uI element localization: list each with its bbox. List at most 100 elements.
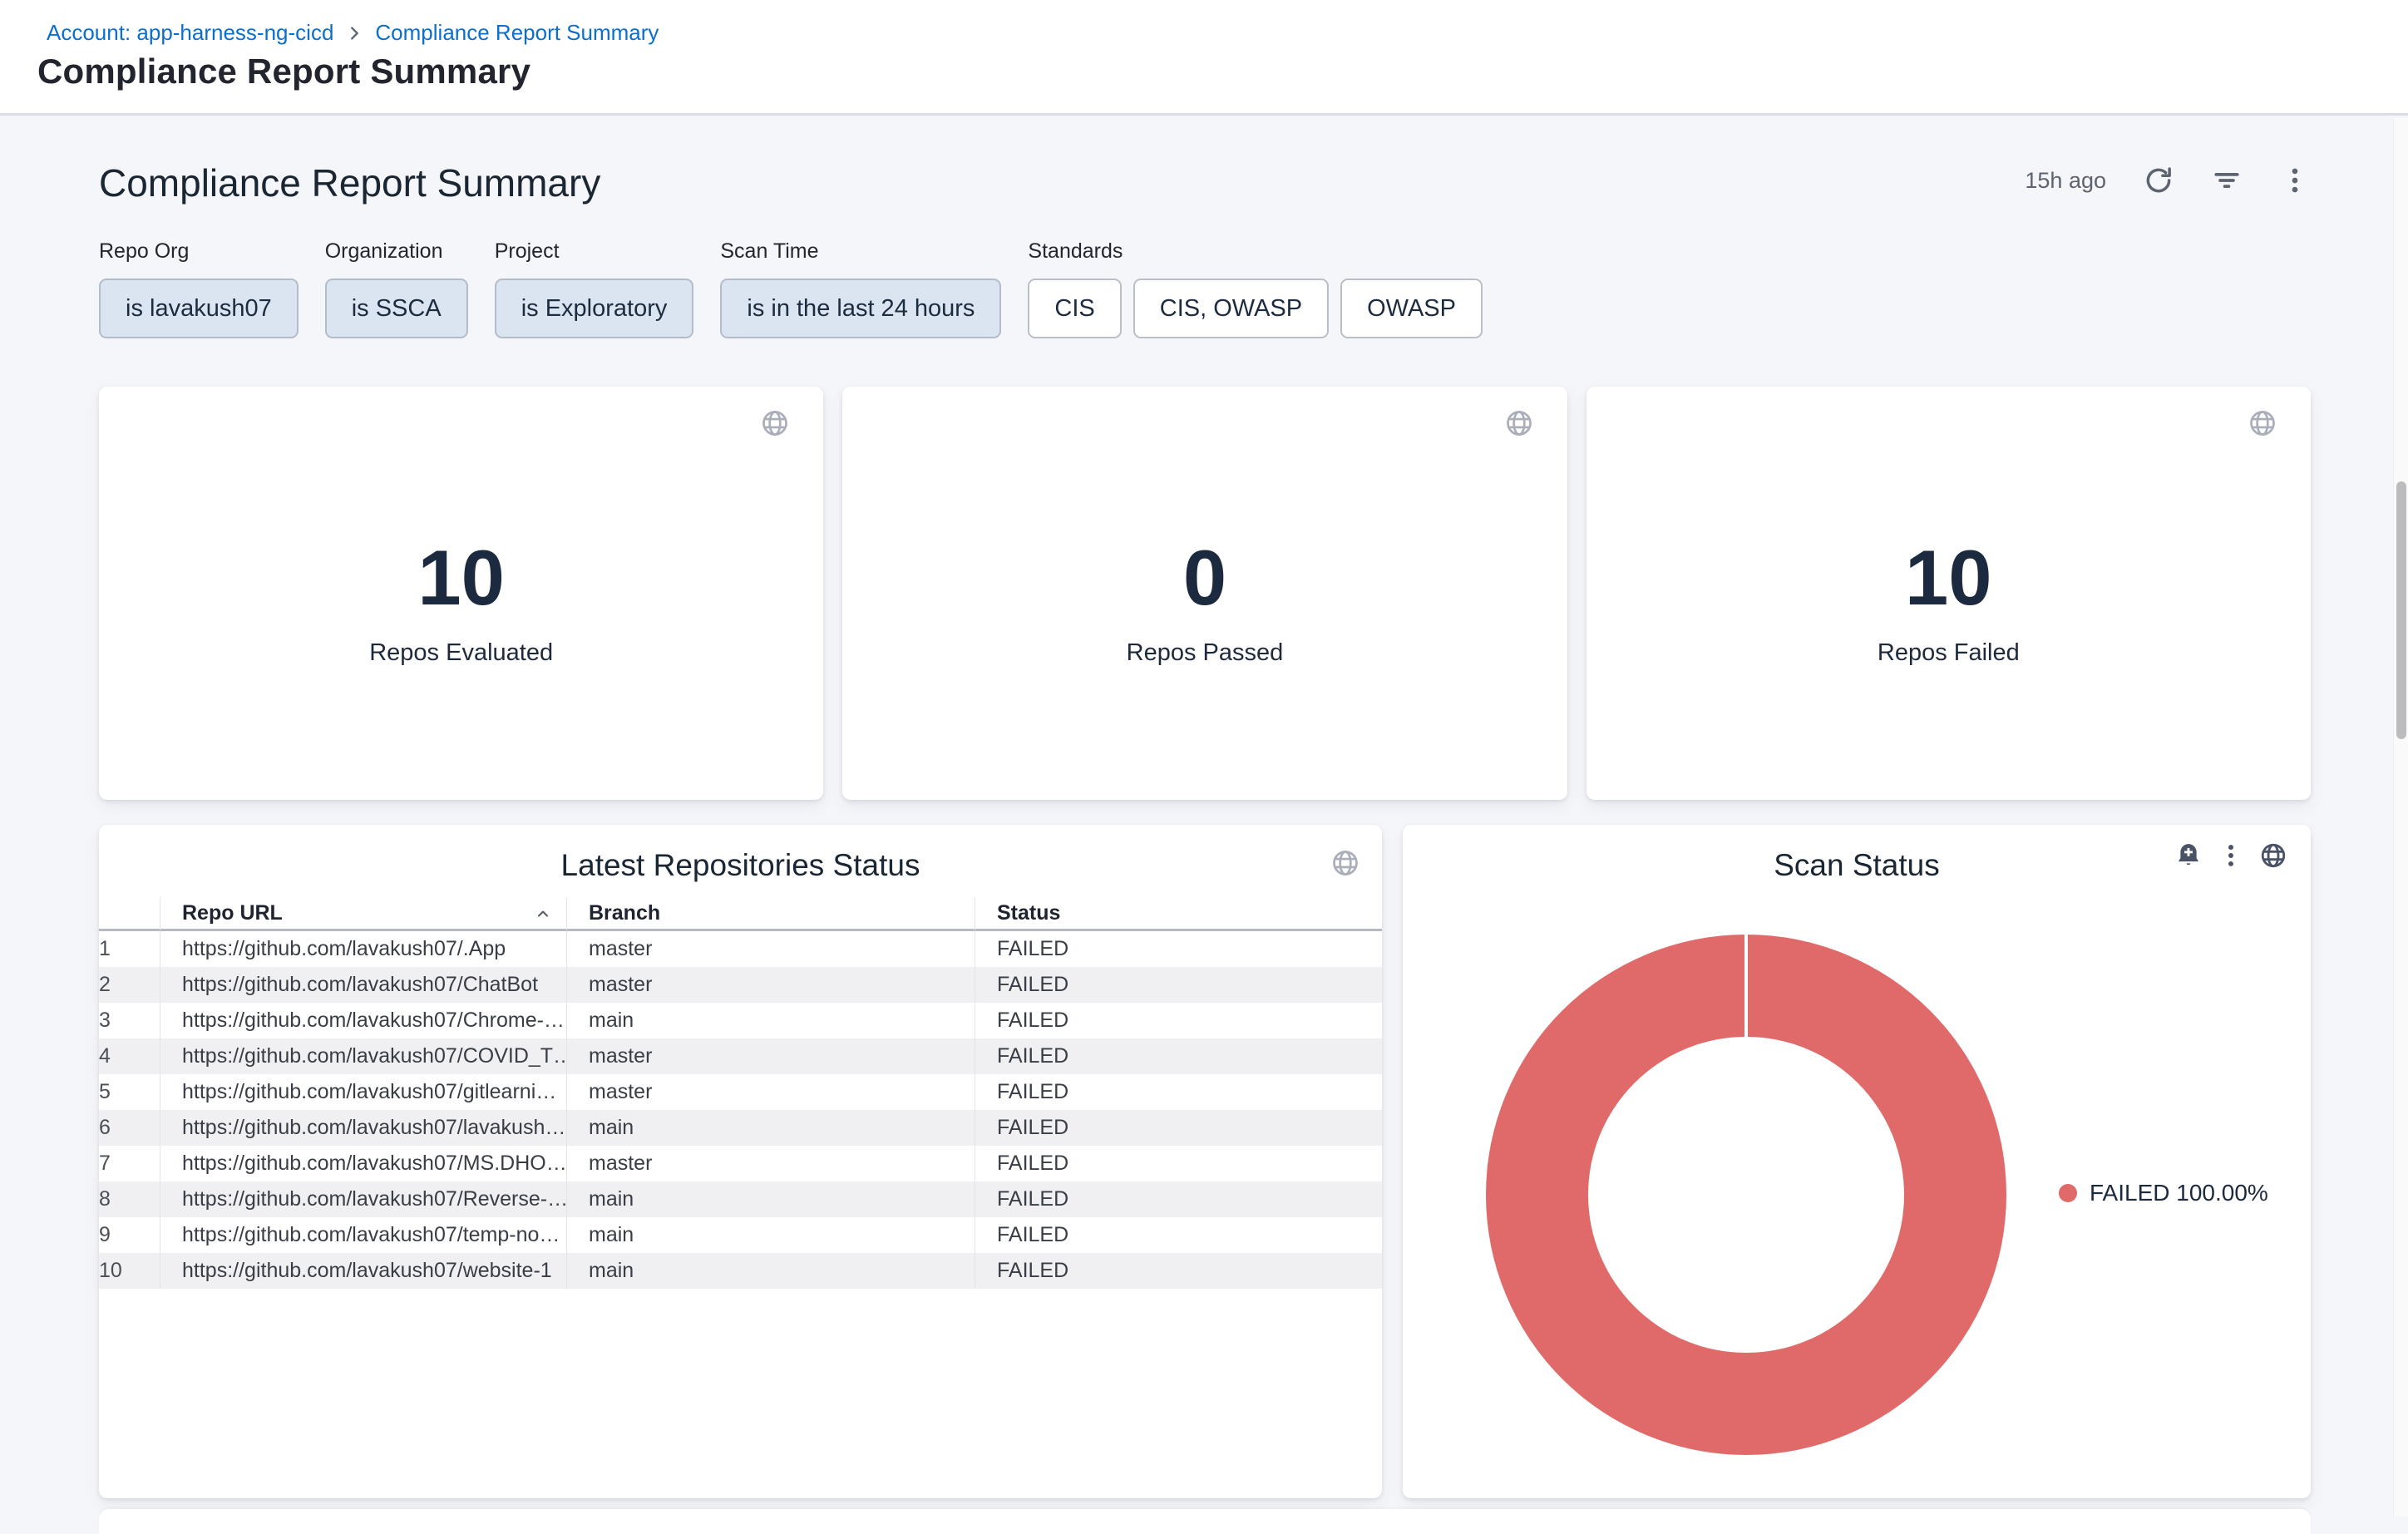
kebab-menu-icon[interactable] [2279,165,2311,196]
row-number: 3 [99,1003,160,1038]
row-number: 9 [99,1217,160,1253]
status-cell: FAILED [975,967,1382,1003]
row-number: 8 [99,1181,160,1217]
filter-chip-row: is lavakush07 [99,279,299,338]
branch-cell: main [566,1181,975,1217]
repo-table-body: 1https://github.com/lavakush07/.Appmaste… [99,931,1382,1289]
stat-tile-repos-passed: 0Repos Passed [842,387,1567,800]
filter-chip[interactable]: OWASP [1340,279,1483,338]
scan-status-donut-chart[interactable] [1486,935,2006,1455]
row-number: 4 [99,1038,160,1074]
filter-chip[interactable]: is lavakush07 [99,279,299,338]
table-row[interactable]: 9https://github.com/lavakush07/temp-no…m… [99,1217,1382,1253]
status-cell: FAILED [975,1038,1382,1074]
repo-url-cell[interactable]: https://github.com/lavakush07/website-1 [160,1253,566,1289]
repo-url-cell[interactable]: https://github.com/lavakush07/lavakush… [160,1110,566,1146]
filter-label: Organization [325,239,468,264]
filter-chip[interactable]: is in the last 24 hours [720,279,1001,338]
status-cell: FAILED [975,1253,1382,1289]
repo-url-cell[interactable]: https://github.com/lavakush07/COVID_T… [160,1038,566,1074]
globe-icon[interactable] [1504,408,1534,438]
globe-icon[interactable] [1330,848,1360,878]
dashboard-toolbar: 15h ago [2025,165,2311,196]
stat-tile-repos-failed: 10 Repos Failed [1586,387,2311,800]
filter-icon[interactable] [2211,165,2243,196]
filter-chip-row: is Exploratory [495,279,694,338]
row-number: 10 [99,1253,160,1289]
stat-value: 10 [99,536,823,619]
status-cell: FAILED [975,1181,1382,1217]
row-number: 1 [99,931,160,967]
table-row[interactable]: 3https://github.com/lavakush07/Chrome-…m… [99,1003,1382,1038]
branch-cell: master [566,931,975,967]
stat-label: Repos Failed [1586,639,2311,667]
repo-table-title: Latest Repositories Status [99,825,1382,883]
scrollbar-track[interactable] [2393,118,2408,1517]
status-cell: FAILED [975,1074,1382,1110]
table-row[interactable]: 6https://github.com/lavakush07/lavakush…… [99,1110,1382,1146]
chevron-right-icon [345,24,363,42]
row-number: 6 [99,1110,160,1146]
branch-cell: main [566,1217,975,1253]
stat-value: 10 [1586,536,2311,619]
filter-chip[interactable]: is Exploratory [495,279,694,338]
table-row[interactable]: 5https://github.com/lavakush07/gitlearni… [99,1074,1382,1110]
repo-table-header: Repo URL Branch Status [99,898,1382,931]
stat-value: 0 [842,536,1567,619]
kebab-menu-icon[interactable] [2217,841,2245,870]
table-row[interactable]: 10https://github.com/lavakush07/website-… [99,1253,1382,1289]
page-title: Compliance Report Summary [37,52,530,91]
repo-table: Repo URL Branch Status 1https://github.c… [99,898,1382,1289]
table-row[interactable]: 1https://github.com/lavakush07/.Appmaste… [99,931,1382,967]
table-row[interactable]: 8https://github.com/lavakush07/Reverse-…… [99,1181,1382,1217]
branch-cell: main [566,1110,975,1146]
filter-chip[interactable]: CIS, OWASP [1133,279,1329,338]
scan-panel-toolbar [2174,841,2287,870]
latest-repositories-panel: Latest Repositories Status Repo URL Bran… [99,825,1382,1498]
branch-cell: main [566,1253,975,1289]
repo-url-cell[interactable]: https://github.com/lavakush07/gitlearni… [160,1074,566,1110]
bottom-panels: Latest Repositories Status Repo URL Bran… [99,825,2311,1498]
filter-chip[interactable]: is SSCA [325,279,468,338]
legend-failed-label[interactable]: FAILED 100.00% [2090,1180,2268,1206]
breadcrumb: Account: app-harness-ng-cicd Compliance … [47,20,659,46]
stat-tile-content: 10 Repos Failed [1586,536,2311,667]
branch-column-header[interactable]: Branch [566,897,975,930]
filter-group-standards: StandardsCISCIS, OWASPOWASP [1028,239,1483,338]
legend-failed-dot [2059,1184,2077,1202]
filter-group-repo-org: Repo Orgis lavakush07 [99,239,299,338]
repo-url-cell[interactable]: https://github.com/lavakush07/temp-no… [160,1217,566,1253]
status-column-header[interactable]: Status [975,897,1382,930]
dashboard-title: Compliance Report Summary [99,160,600,205]
filter-chip[interactable]: CIS [1028,279,1121,338]
repo-url-cell[interactable]: https://github.com/lavakush07/ChatBot [160,967,566,1003]
scan-status-panel: Scan Status [1403,825,2311,1498]
scrollbar-thumb[interactable] [2396,481,2406,739]
globe-icon[interactable] [2248,408,2277,438]
row-number: 7 [99,1146,160,1181]
last-refreshed-label: 15h ago [2025,168,2106,194]
breadcrumb-account-link[interactable]: Account: app-harness-ng-cicd [47,20,333,46]
refresh-icon[interactable] [2143,165,2174,196]
table-row[interactable]: 4https://github.com/lavakush07/COVID_T…m… [99,1038,1382,1074]
globe-icon[interactable] [760,408,790,438]
filter-label: Project [495,239,694,264]
branch-cell: master [566,967,975,1003]
sort-ascending-icon[interactable] [533,904,553,924]
table-row[interactable]: 7https://github.com/lavakush07/MS.DHO…ma… [99,1146,1382,1181]
stat-tile-content: 10Repos Evaluated [99,536,823,667]
breadcrumb-page-link[interactable]: Compliance Report Summary [375,20,659,46]
row-number-column-header [99,897,160,930]
repo-url-column-header[interactable]: Repo URL [160,897,566,930]
row-number: 5 [99,1074,160,1110]
repo-url-cell[interactable]: https://github.com/lavakush07/Chrome-… [160,1003,566,1038]
table-row[interactable]: 2https://github.com/lavakush07/ChatBotma… [99,967,1382,1003]
repo-url-cell[interactable]: https://github.com/lavakush07/.App [160,931,566,967]
repo-url-cell[interactable]: https://github.com/lavakush07/Reverse-… [160,1181,566,1217]
stat-tile-repos-evaluated: 10Repos Evaluated [99,387,823,800]
branch-cell: master [566,1074,975,1110]
repo-url-cell[interactable]: https://github.com/lavakush07/MS.DHO… [160,1146,566,1181]
globe-icon[interactable] [2259,841,2287,870]
filter-chip-row: is in the last 24 hours [720,279,1001,338]
alert-bell-plus-icon[interactable] [2174,841,2203,870]
